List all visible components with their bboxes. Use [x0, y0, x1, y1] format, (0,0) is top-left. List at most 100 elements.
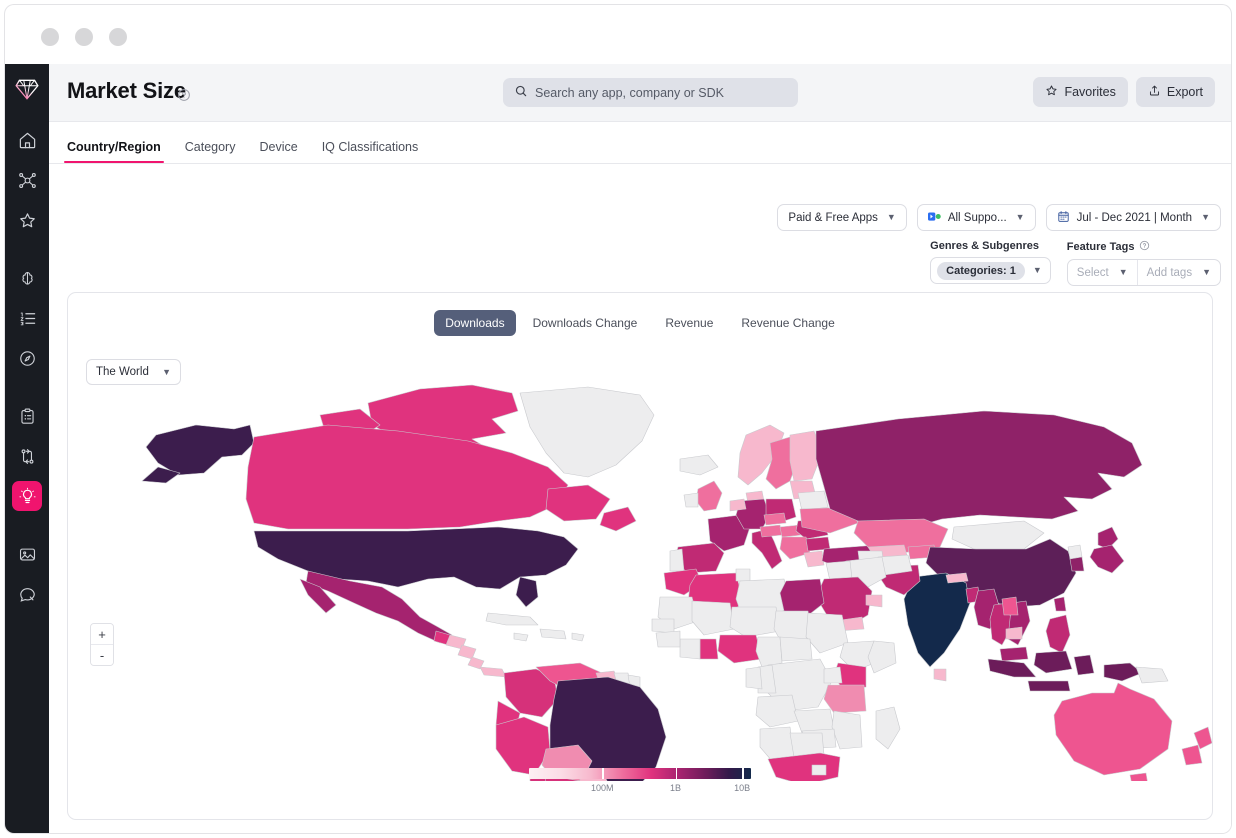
- search-icon: [514, 84, 528, 101]
- genres-filter-title: Genres & Subgenres: [930, 240, 1039, 252]
- favorites-button[interactable]: Favorites: [1033, 77, 1128, 107]
- country-tunisia: [735, 568, 751, 582]
- country-niger: [729, 606, 781, 638]
- apps-filter-label: Paid & Free Apps: [788, 211, 878, 224]
- metric-tabs: Downloads Downloads Change Revenue Reven…: [68, 310, 1212, 336]
- country-south-korea: [1069, 556, 1085, 572]
- date-range-dropdown[interactable]: Jul - Dec 2021 | Month ▼: [1045, 204, 1221, 231]
- feature-tags-select-placeholder: Select: [1076, 266, 1109, 279]
- country-indonesia-sumatra: [987, 658, 1037, 678]
- country-australia: [1053, 682, 1173, 776]
- header-actions: Favorites Export: [1033, 77, 1215, 107]
- search-placeholder: Search any app, company or SDK: [535, 85, 724, 100]
- country-ghana: [699, 638, 719, 660]
- country-gabon: [745, 666, 763, 690]
- feature-tags-select[interactable]: Select ▼: [1068, 260, 1137, 285]
- legend-label-1b: 1B: [670, 783, 682, 793]
- tab-country-region[interactable]: Country/Region: [64, 140, 164, 163]
- sidebar-item-home[interactable]: [12, 125, 42, 155]
- genres-count-chip: Categories: 1: [937, 261, 1025, 280]
- country-cameroon: [755, 636, 783, 668]
- map-zoom-in-button[interactable]: +: [91, 624, 113, 644]
- page-title: Market Size: [67, 78, 186, 103]
- filter-row-secondary: Genres & Subgenres Categories: 1 ▼ Featu…: [930, 240, 1221, 286]
- sidebar-item-insights[interactable]: [12, 481, 42, 511]
- app-topbar: Market Size Search any app, company or S…: [49, 64, 1231, 122]
- feature-tags-addtags[interactable]: Add tags ▼: [1136, 260, 1220, 285]
- sidebar-item-explore[interactable]: [12, 343, 42, 373]
- sidebar-item-search[interactable]: [12, 579, 42, 609]
- country-canada: [245, 424, 569, 530]
- country-puerto-rico: [571, 632, 585, 642]
- country-ireland: [683, 492, 699, 508]
- chevron-down-icon: ▼: [1202, 267, 1211, 277]
- country-mongolia: [951, 520, 1045, 550]
- country-panama: [479, 666, 507, 678]
- legend-gradient-bar: [529, 768, 751, 779]
- country-laos: [1001, 596, 1019, 616]
- country-nepal: [945, 572, 969, 584]
- country-mali: [691, 600, 735, 636]
- country-india: [903, 572, 971, 668]
- country-malaysia: [999, 646, 1029, 662]
- search-input[interactable]: Search any app, company or SDK: [503, 78, 798, 107]
- section-tabs: Country/Region Category Device IQ Classi…: [49, 122, 1231, 164]
- country-iceland: [679, 454, 719, 476]
- country-indonesia-java: [1027, 680, 1071, 692]
- metric-tab-revenue-change[interactable]: Revenue Change: [730, 310, 845, 336]
- sidebar-item-creatives[interactable]: [12, 539, 42, 569]
- sidebar-item-compare[interactable]: [12, 441, 42, 471]
- left-navigation-rail: [5, 64, 49, 833]
- sidebar-item-favorites[interactable]: [12, 205, 42, 235]
- calendar-icon: [1057, 210, 1070, 226]
- metric-tab-downloads-change[interactable]: Downloads Change: [522, 310, 649, 336]
- app-window: Market Size Search any app, company or S…: [0, 0, 1236, 838]
- metric-tab-downloads[interactable]: Downloads: [434, 310, 516, 336]
- main-content: Market Size Search any app, company or S…: [49, 64, 1231, 833]
- country-peru: [495, 716, 551, 776]
- tab-iq-classifications[interactable]: IQ Classifications: [322, 140, 419, 163]
- export-button[interactable]: Export: [1135, 77, 1215, 107]
- genres-filter-group: Genres & Subgenres Categories: 1 ▼: [930, 240, 1051, 284]
- help-circle-icon[interactable]: [177, 88, 191, 102]
- apps-filter-dropdown[interactable]: Paid & Free Apps ▼: [777, 204, 907, 231]
- country-tanzania: [823, 684, 867, 714]
- genres-filter-dropdown[interactable]: Categories: 1 ▼: [930, 257, 1051, 284]
- country-papua-new-guinea: [1135, 666, 1169, 684]
- feature-tags-dropdowns: Select ▼ Add tags ▼: [1066, 259, 1221, 286]
- country-new-zealand-south: [1181, 744, 1203, 766]
- window-dot-close[interactable]: [41, 28, 59, 46]
- country-uae: [865, 594, 883, 608]
- sidebar-item-intelligence[interactable]: [12, 263, 42, 293]
- chevron-down-icon: ▼: [162, 366, 171, 377]
- legend-tick-labels: 100M 1B 10B: [529, 783, 751, 797]
- map-zoom-out-button[interactable]: -: [91, 644, 113, 665]
- country-lesotho: [811, 764, 827, 776]
- filter-bar: Paid & Free Apps ▼ All Suppo... ▼ Jul - …: [777, 204, 1221, 286]
- tab-category[interactable]: Category: [185, 140, 236, 163]
- country-madagascar: [875, 706, 901, 750]
- feature-tags-addtags-placeholder: Add tags: [1146, 266, 1193, 279]
- world-choropleth-map[interactable]: [68, 381, 1212, 781]
- tab-device[interactable]: Device: [259, 140, 297, 163]
- country-russia: [815, 410, 1143, 534]
- help-circle-icon[interactable]: [1139, 240, 1150, 254]
- country-cambodia: [1005, 626, 1023, 640]
- window-dot-minimize[interactable]: [75, 28, 93, 46]
- sidebar-item-network[interactable]: [12, 165, 42, 195]
- sidebar-item-reports[interactable]: [12, 401, 42, 431]
- metric-tab-revenue[interactable]: Revenue: [654, 310, 724, 336]
- chevron-down-icon: ▼: [1118, 267, 1128, 277]
- country-jamaica: [513, 632, 529, 642]
- country-mozambique: [831, 710, 863, 750]
- window-dot-maximize[interactable]: [109, 28, 127, 46]
- diamond-logo[interactable]: [12, 74, 42, 104]
- country-portugal: [669, 548, 685, 572]
- stores-filter-dropdown[interactable]: All Suppo... ▼: [916, 204, 1036, 231]
- country-namibia: [759, 726, 795, 762]
- favorites-label: Favorites: [1064, 85, 1116, 99]
- country-greece: [803, 550, 825, 568]
- sidebar-item-rankings[interactable]: [12, 303, 42, 333]
- country-indonesia-papua: [1103, 662, 1143, 682]
- stores-filter-label: All Suppo...: [947, 211, 1007, 224]
